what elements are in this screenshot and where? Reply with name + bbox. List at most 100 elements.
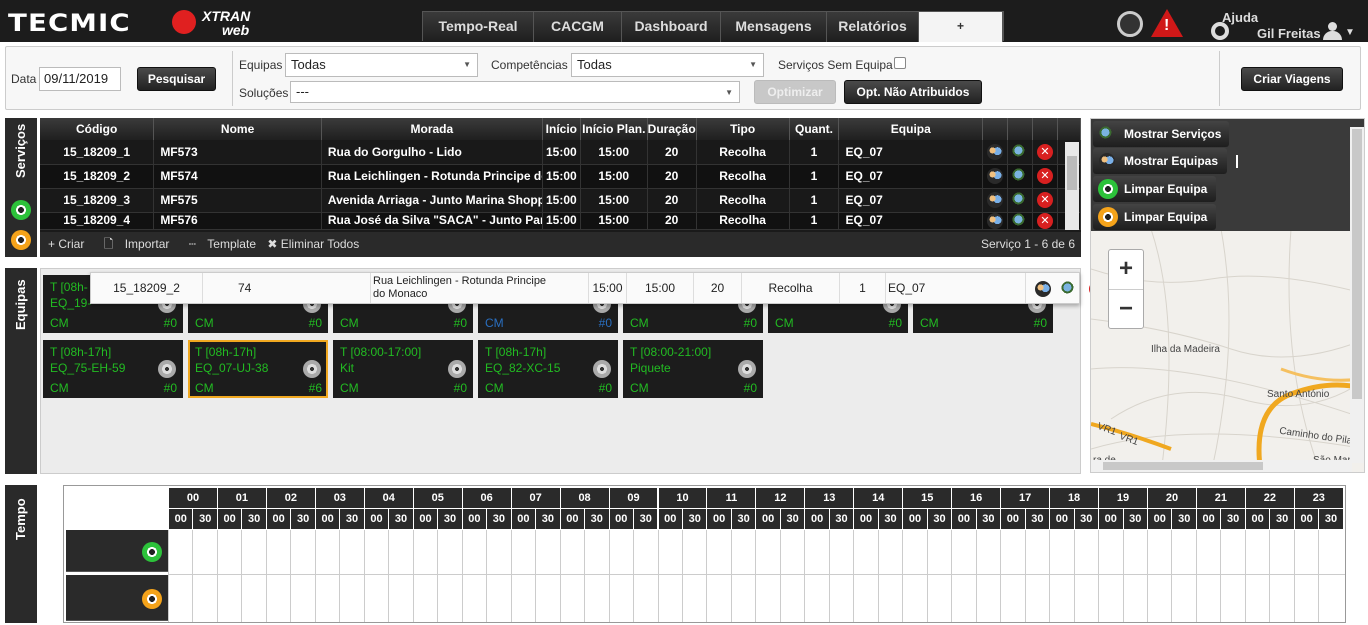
timeline-slot[interactable] bbox=[1073, 530, 1098, 622]
timeline-slot[interactable] bbox=[608, 530, 633, 622]
optimize-unassigned-button[interactable]: Opt. Não Atribuidos bbox=[844, 80, 982, 104]
locate-icon[interactable] bbox=[1061, 280, 1077, 297]
timeline-slot[interactable] bbox=[486, 530, 510, 622]
nav-mensagens[interactable]: Mensagens bbox=[721, 12, 827, 42]
assign-team-icon[interactable] bbox=[1035, 280, 1051, 297]
timeline-slot[interactable] bbox=[168, 530, 192, 622]
team-card[interactable]: T [08:00-21:00] Piquete CM #0 bbox=[623, 340, 763, 398]
team-card[interactable]: T [08:00-17:00] Kit CM #0 bbox=[333, 340, 473, 398]
col-inicio-plan[interactable]: Início Plan. bbox=[580, 118, 648, 140]
timeline-slot[interactable] bbox=[1147, 530, 1171, 622]
delete-icon[interactable]: ✕ bbox=[1037, 192, 1054, 208]
timeline-slot[interactable] bbox=[1122, 530, 1147, 622]
delete-icon[interactable]: ✕ bbox=[1037, 212, 1054, 228]
assign-team-icon[interactable] bbox=[987, 212, 1004, 228]
template-button[interactable]: ┄ Template bbox=[181, 237, 256, 251]
timeline-slot[interactable] bbox=[853, 530, 877, 622]
map-scrollbar[interactable] bbox=[1350, 127, 1364, 463]
timeline-slot[interactable] bbox=[363, 530, 388, 622]
help-link[interactable]: Ajuda bbox=[1222, 10, 1258, 25]
delete-all-button[interactable]: ✖ Eliminar Todos bbox=[267, 237, 359, 251]
timeline-slot[interactable] bbox=[657, 530, 682, 622]
zoom-out-button[interactable]: − bbox=[1109, 290, 1143, 330]
timeline-slot[interactable] bbox=[339, 530, 363, 622]
col-duracao[interactable]: Duração bbox=[647, 118, 697, 140]
dragged-service-row[interactable]: 15_18209_2 74 Rua Leichlingen - Rotunda … bbox=[90, 272, 1105, 304]
timeline-slot[interactable] bbox=[633, 530, 657, 622]
timeline-slot[interactable] bbox=[1293, 530, 1318, 622]
services-scrollbar[interactable] bbox=[1065, 142, 1079, 230]
optimize-button[interactable]: Optimizar bbox=[754, 80, 836, 104]
col-codigo[interactable]: Código bbox=[40, 118, 155, 140]
assign-team-icon[interactable] bbox=[987, 168, 1004, 184]
timeline-slot[interactable] bbox=[461, 530, 486, 622]
teams-select[interactable]: Todas ▼ bbox=[285, 53, 478, 77]
alarm-clock-icon[interactable] bbox=[1117, 11, 1143, 37]
timeline-slot[interactable] bbox=[314, 530, 339, 622]
timeline-slot[interactable] bbox=[1098, 530, 1122, 622]
show-services-button[interactable]: Mostrar Serviços bbox=[1093, 121, 1229, 147]
timeline-slot[interactable] bbox=[559, 530, 584, 622]
col-equipa[interactable]: Equipa bbox=[838, 118, 984, 140]
services-side-tab[interactable]: Serviços bbox=[5, 118, 37, 257]
green-status-icon[interactable] bbox=[11, 200, 31, 220]
timeline-slot[interactable] bbox=[437, 530, 461, 622]
nav-cacgm[interactable]: CACGM bbox=[534, 12, 622, 42]
timeline-slot[interactable] bbox=[951, 530, 975, 622]
timeline-slot[interactable] bbox=[412, 530, 437, 622]
clear-team-orange-button[interactable]: Limpar Equipa bbox=[1093, 204, 1216, 230]
timeline-slot[interactable] bbox=[192, 530, 216, 622]
skills-select[interactable]: Todas ▼ bbox=[571, 53, 764, 77]
nav-add-tab[interactable]: + bbox=[919, 12, 1003, 42]
teams-side-tab[interactable]: Equipas bbox=[5, 268, 37, 474]
timeline-slot[interactable] bbox=[730, 530, 755, 622]
orange-status-icon[interactable] bbox=[11, 230, 31, 250]
table-row[interactable]: 15_18209_4 MF576 Rua José da Silva "SACA" … bbox=[40, 212, 1081, 230]
col-nome[interactable]: Nome bbox=[153, 118, 322, 140]
timeline-slot[interactable] bbox=[241, 530, 265, 622]
import-button[interactable]: 🗋 Importar bbox=[96, 237, 170, 251]
warning-icon[interactable]: ! bbox=[1151, 9, 1183, 37]
no-team-checkbox[interactable] bbox=[894, 57, 906, 69]
timeline-slot[interactable] bbox=[975, 530, 1000, 622]
timeline-slot[interactable] bbox=[779, 530, 804, 622]
timeline-slot[interactable] bbox=[265, 530, 290, 622]
table-row[interactable]: 15_18209_2 MF574 Rua Leichlingen - Rotunda… bbox=[40, 164, 1081, 189]
team-card-selected[interactable]: T [08h-17h] EQ_07-UJ-38 CM #6 bbox=[188, 340, 328, 398]
timeline-slot[interactable] bbox=[510, 530, 535, 622]
delete-icon[interactable]: ✕ bbox=[1037, 168, 1054, 184]
chevron-down-icon[interactable]: ▼ bbox=[1345, 27, 1355, 38]
timeline-slot[interactable] bbox=[216, 530, 241, 622]
team-card[interactable]: T [08h-17h] EQ_75-EH-59 CM #0 bbox=[43, 340, 183, 398]
timeline-slot[interactable] bbox=[584, 530, 608, 622]
timeline-slot[interactable] bbox=[1171, 530, 1195, 622]
zoom-in-button[interactable]: + bbox=[1109, 250, 1143, 290]
timeline-slot[interactable] bbox=[706, 530, 730, 622]
timeline-slot[interactable] bbox=[926, 530, 951, 622]
assign-team-icon[interactable] bbox=[987, 192, 1004, 208]
nav-dashboard[interactable]: Dashboard bbox=[622, 12, 721, 42]
timeline-slot[interactable] bbox=[804, 530, 828, 622]
col-morada[interactable]: Morada bbox=[321, 118, 543, 140]
delete-icon[interactable]: ✕ bbox=[1037, 143, 1054, 160]
team-card[interactable]: T [08h-17h] EQ_82-XC-15 CM #0 bbox=[478, 340, 618, 398]
locate-icon[interactable] bbox=[1012, 212, 1029, 228]
user-name[interactable]: Gil Freitas bbox=[1257, 26, 1321, 41]
timeline-slot[interactable] bbox=[681, 530, 706, 622]
timeline-slot[interactable] bbox=[535, 530, 559, 622]
timeline-slot[interactable] bbox=[1220, 530, 1244, 622]
col-quant[interactable]: Quant. bbox=[789, 118, 840, 140]
map-panel[interactable]: Mostrar Serviços Mostrar Equipas Limpar … bbox=[1090, 118, 1365, 473]
locate-icon[interactable] bbox=[1012, 192, 1029, 208]
timeline-slot[interactable] bbox=[828, 530, 853, 622]
table-row[interactable]: 15_18209_3 MF575 Avenida Arriaga - Junto M… bbox=[40, 188, 1081, 213]
locate-icon[interactable] bbox=[1012, 168, 1029, 184]
timeline-slot[interactable] bbox=[1000, 530, 1024, 622]
locate-icon[interactable] bbox=[1012, 143, 1029, 160]
timeline-slot[interactable] bbox=[755, 530, 779, 622]
timeline-grid[interactable]: 00 00 30 01 00 30 02 00 30 03 00 30 04 00 30 05 00 30 06 00… bbox=[63, 485, 1346, 623]
create-trips-button[interactable]: Criar Viagens bbox=[1241, 67, 1343, 91]
map-hscrollbar[interactable] bbox=[1091, 460, 1352, 472]
col-tipo[interactable]: Tipo bbox=[696, 118, 790, 140]
timeline-slot[interactable] bbox=[1269, 530, 1293, 622]
